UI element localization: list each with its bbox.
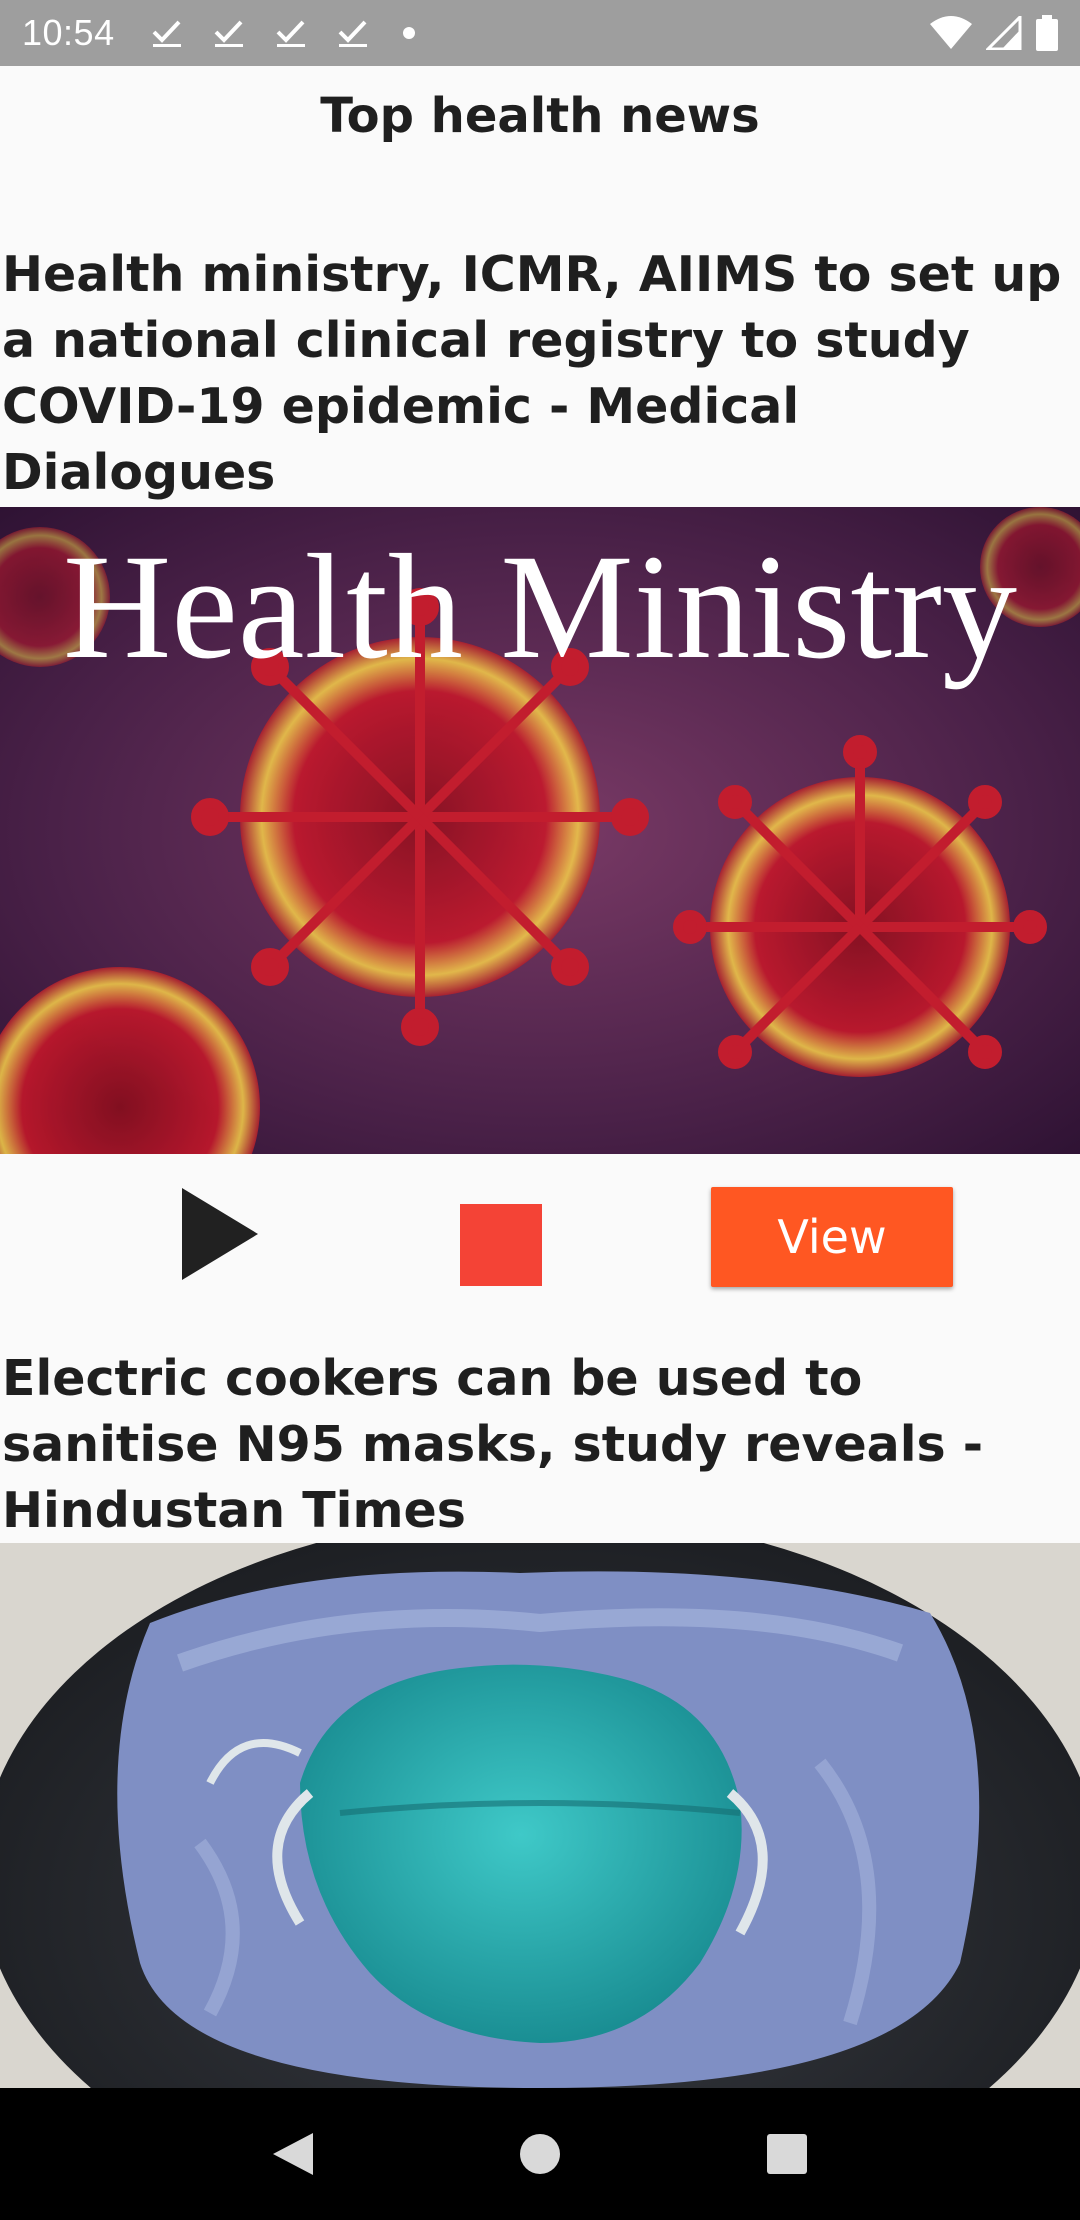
check-download-icon — [337, 18, 369, 48]
article-headline[interactable]: Health ministry, ICMR, AIIMS to set up a… — [2, 242, 1078, 506]
stop-icon — [460, 1204, 542, 1286]
article-headline[interactable]: Electric cookers can be used to sanitise… — [2, 1346, 1078, 1544]
system-icons — [930, 15, 1058, 51]
stop-button[interactable] — [450, 1194, 552, 1296]
play-icon — [182, 1188, 258, 1280]
recents-icon — [766, 2134, 807, 2174]
mask-in-cooker-photo — [0, 1543, 1080, 2088]
status-bar: 10:54 — [0, 0, 1080, 66]
battery-icon — [1036, 15, 1058, 51]
recents-button[interactable] — [747, 2114, 827, 2194]
article-image[interactable] — [0, 1543, 1080, 2088]
signal-icon — [986, 16, 1022, 50]
check-download-icon — [151, 18, 183, 48]
play-button[interactable] — [170, 1184, 270, 1284]
check-download-icon — [213, 18, 245, 48]
image-caption-text: Health Ministry — [63, 524, 1017, 690]
virus-illustration: Health Ministry — [0, 507, 1080, 1154]
home-button[interactable] — [500, 2114, 580, 2194]
notification-icons — [151, 18, 415, 48]
view-button[interactable]: View — [711, 1187, 953, 1287]
dot-icon — [402, 27, 415, 39]
home-icon — [519, 2134, 560, 2174]
back-button[interactable] — [253, 2114, 333, 2194]
article-image[interactable]: Health Ministry — [0, 507, 1080, 1154]
back-icon — [273, 2133, 314, 2175]
page-title: Top health news — [320, 88, 760, 144]
wifi-icon — [930, 16, 972, 49]
system-nav-bar — [0, 2088, 1080, 2220]
check-download-icon — [275, 18, 307, 48]
article-actions: View — [0, 1154, 1080, 1319]
status-time: 10:54 — [22, 12, 115, 53]
